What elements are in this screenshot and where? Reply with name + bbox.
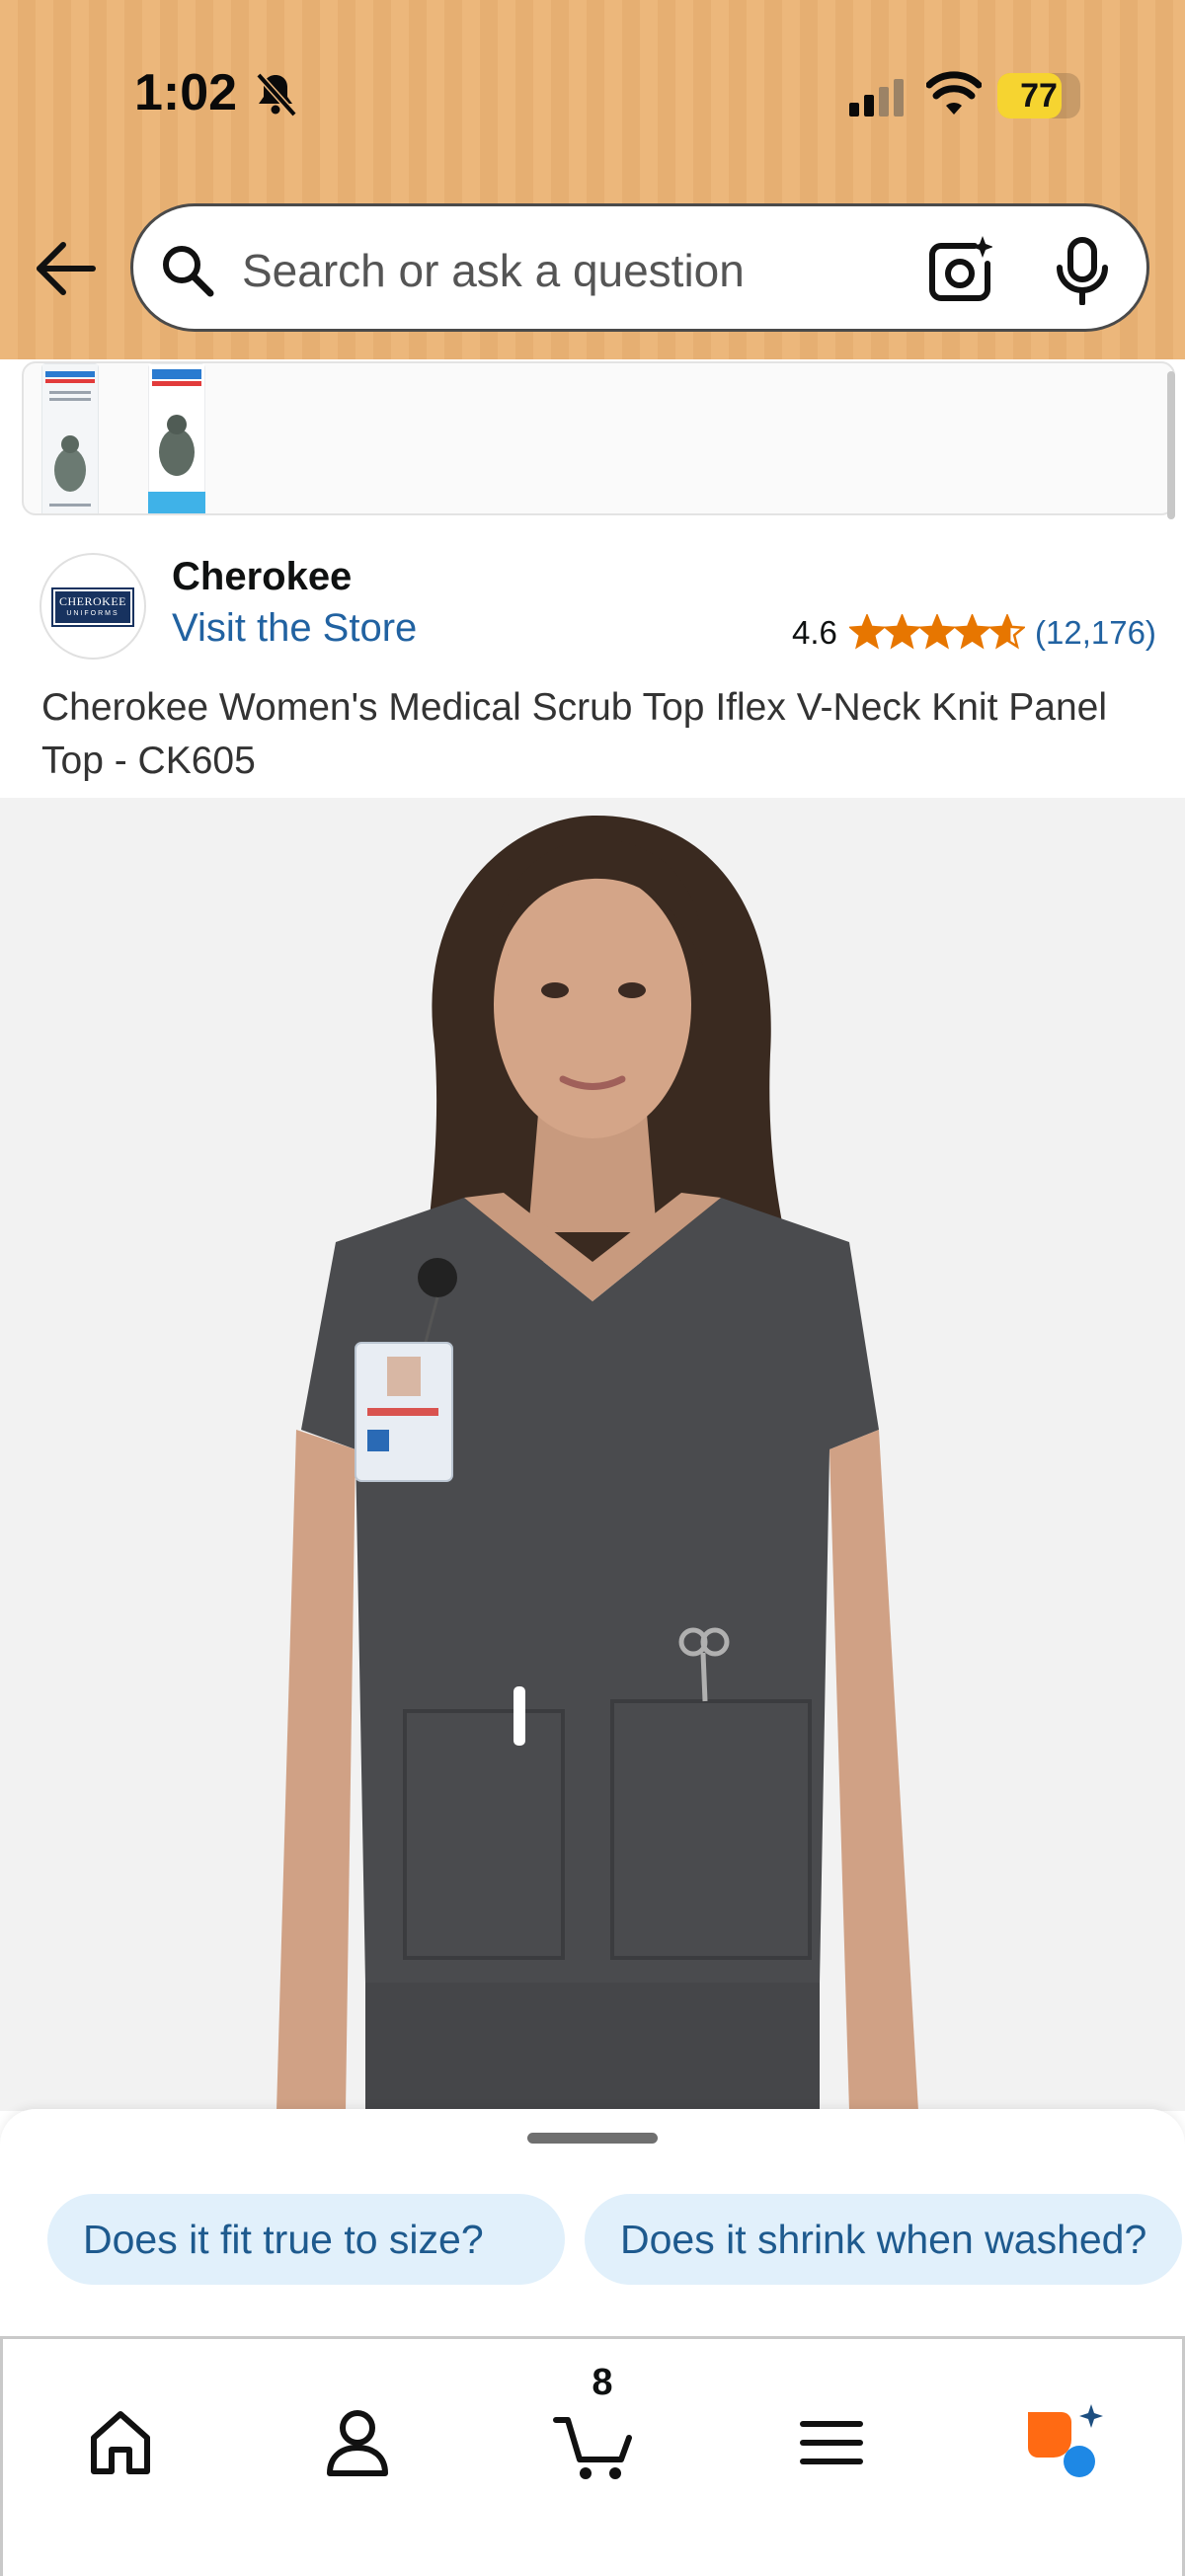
brand-logo-sub: UNIFORMS	[66, 610, 119, 617]
home-icon[interactable]	[76, 2398, 165, 2487]
camera-icon[interactable]	[923, 234, 992, 303]
search-bar[interactable]: Search or ask a question	[130, 203, 1149, 332]
scrollbar[interactable]	[1167, 371, 1175, 519]
ointment-product-1[interactable]	[41, 363, 99, 515]
battery-level: 77	[1020, 77, 1058, 115]
visit-store-link[interactable]: Visit the Store	[172, 606, 417, 651]
star-fill-icon	[850, 616, 884, 647]
review-count-link[interactable]: (12,176)	[1035, 614, 1156, 652]
suggestions-sheet[interactable]: Does it fit true to size? Does it shrink…	[0, 2109, 1185, 2338]
back-arrow-icon[interactable]	[34, 241, 97, 296]
rufus-assistant-icon[interactable]	[1020, 2398, 1109, 2487]
brand-name: Cherokee	[172, 555, 353, 598]
header: 1:02 77 Search or ask a question	[0, 0, 1185, 359]
star-fill-icon	[920, 616, 954, 647]
menu-icon[interactable]	[787, 2398, 876, 2487]
star-fill-icon	[956, 616, 988, 647]
battery-icon: 77	[997, 73, 1080, 118]
suggestion-chip-fit[interactable]: Does it fit true to size?	[47, 2194, 565, 2285]
product-image[interactable]	[0, 798, 1185, 2111]
search-input[interactable]: Search or ask a question	[242, 244, 745, 297]
cellular-signal-icon	[849, 79, 904, 117]
wifi-icon	[926, 71, 982, 115]
star-rating[interactable]	[849, 614, 1025, 650]
suggestion-chip-shrink[interactable]: Does it shrink when washed?	[585, 2194, 1183, 2285]
status-time: 1:02	[134, 64, 238, 121]
brand-logo-badge: CHEROKEE UNIFORMS	[51, 587, 134, 627]
brand-logo-text: CHEROKEE	[59, 594, 126, 608]
star-fill-icon	[886, 616, 918, 647]
bell-muted-icon	[256, 72, 297, 117]
sheet-handle[interactable]	[527, 2133, 658, 2144]
rating-value: 4.6	[792, 614, 837, 651]
product-title: Cherokee Women's Medical Scrub Top Iflex…	[41, 686, 1108, 782]
cart-icon[interactable]	[550, 2398, 639, 2487]
diaper-rash-ointment-product-2[interactable]	[148, 363, 205, 515]
sponsored-products-strip[interactable]	[22, 361, 1175, 515]
account-icon[interactable]	[313, 2398, 402, 2487]
search-icon[interactable]	[159, 242, 216, 299]
cart-count-badge: 8	[592, 2362, 613, 2403]
mic-icon[interactable]	[1052, 236, 1113, 305]
brand-logo[interactable]: CHEROKEE UNIFORMS	[40, 553, 146, 660]
